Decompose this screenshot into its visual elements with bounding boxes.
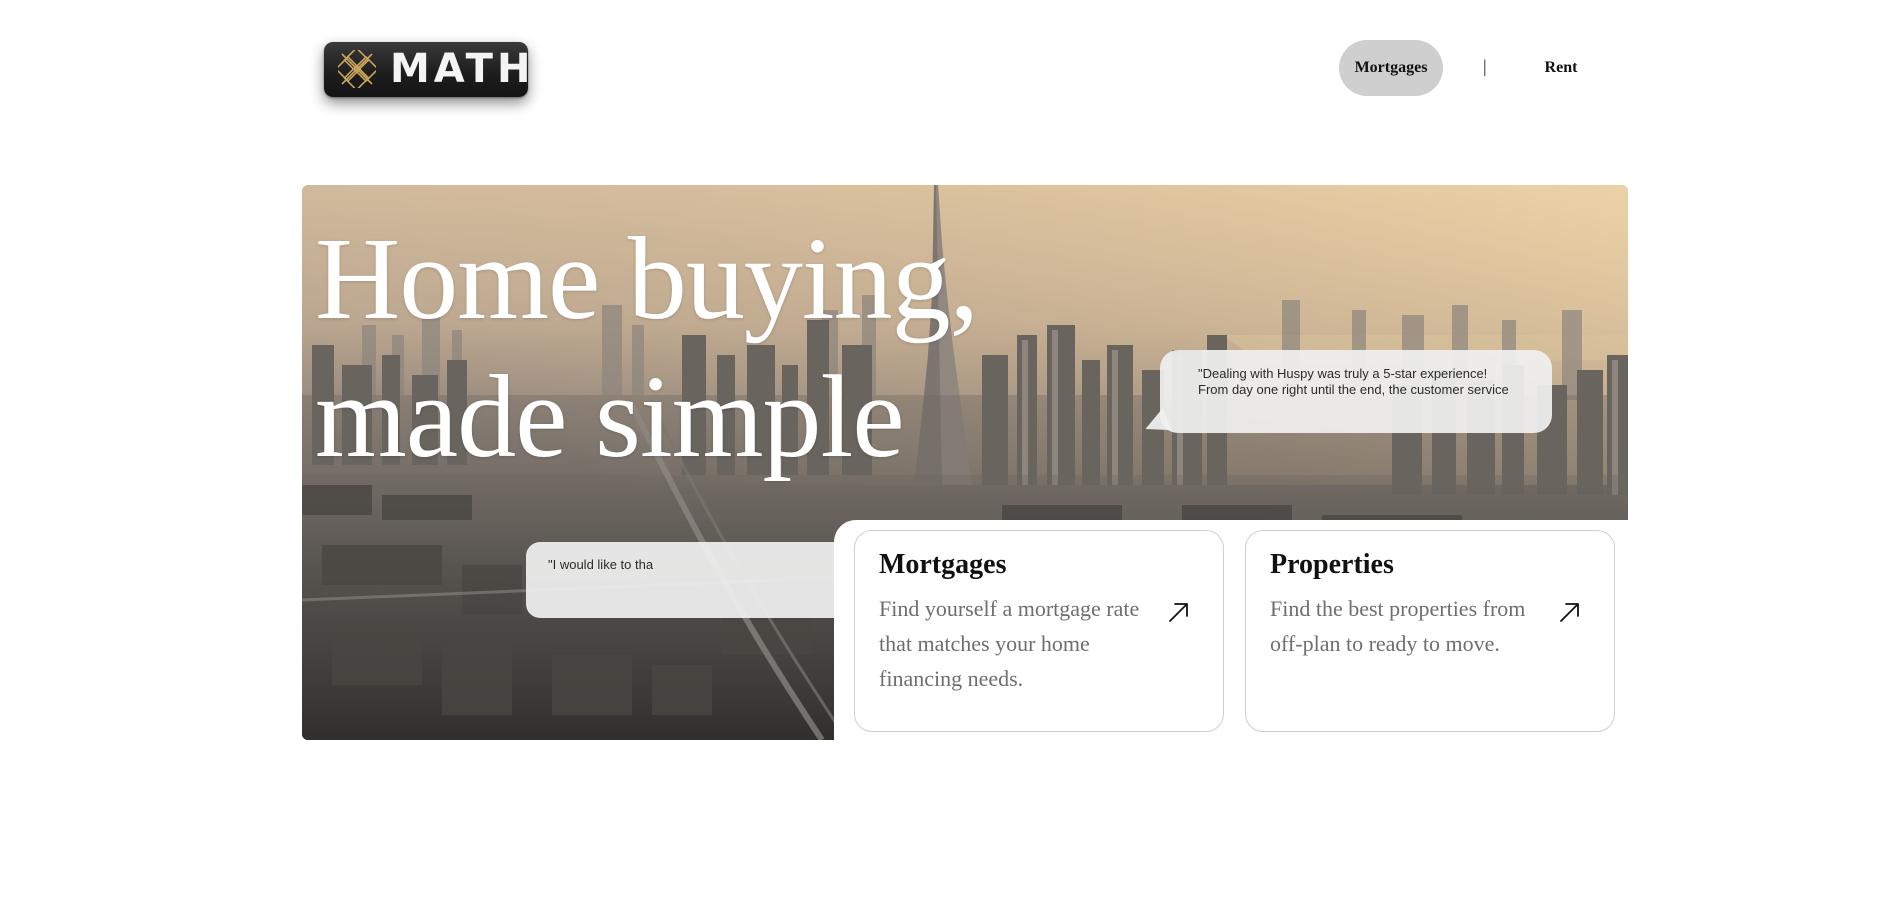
nav-separator: | (1483, 56, 1487, 76)
nav-mortgages-link[interactable]: Mortgages (1339, 40, 1443, 96)
logo-wordmark: MATH (390, 46, 535, 92)
hero-title: Home buying, made simple (315, 210, 979, 486)
hero-title-line-1: Home buying, (315, 213, 979, 344)
arrow-up-right-icon[interactable] (1557, 599, 1583, 625)
site-header: MATH Mortgages | Rent (0, 0, 1902, 140)
card-title: Mortgages (879, 549, 1007, 580)
testimonial-text: "I would like to tha (548, 557, 654, 572)
testimonial-text-line-2: From day one right until the end, the cu… (1198, 382, 1509, 397)
card-description: Find the best properties from off-plan t… (1270, 596, 1526, 656)
mortgages-card[interactable]: Mortgages Find yourself a mortgage rate … (854, 530, 1224, 732)
arrow-up-right-icon[interactable] (1166, 599, 1192, 625)
card-description: Find yourself a mortgage rate that match… (879, 596, 1140, 691)
card-title: Properties (1270, 549, 1394, 580)
properties-card[interactable]: Properties Find the best properties from… (1245, 530, 1615, 732)
testimonial-text-line-1: "Dealing with Huspy was truly a 5-star e… (1198, 366, 1488, 381)
nav-rent-link[interactable]: Rent (1530, 40, 1592, 96)
hero-title-line-2: made simple (315, 351, 905, 482)
logo-mark-icon (338, 50, 376, 88)
testimonial-bubble-secondary: "I would like to tha (526, 542, 856, 618)
logo[interactable]: MATH (324, 42, 530, 97)
testimonial-bubble: "Dealing with Huspy was truly a 5-star e… (1160, 350, 1552, 433)
